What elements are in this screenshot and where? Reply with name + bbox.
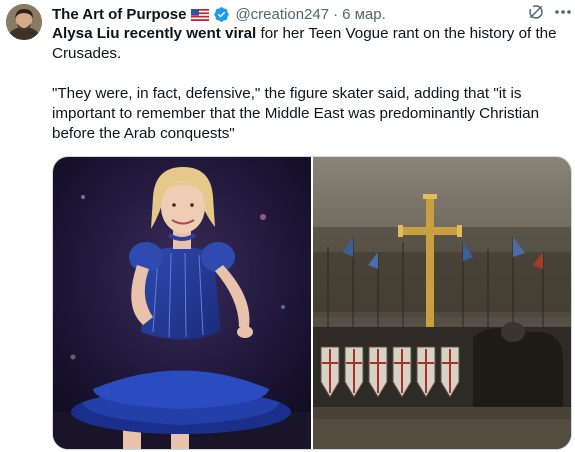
tweet-text-bold: Alysa Liu recently went viral [52,25,257,42]
more-options-icon[interactable] [553,3,573,21]
us-flag-icon [191,8,210,22]
author-handle[interactable]: @creation247 [235,6,329,23]
tweet-text-paragraph-1: Alysa Liu recently went viral for her Te… [52,24,568,64]
header-separator: · [333,5,339,23]
media-grid [52,156,572,450]
media-photo-skater[interactable] [53,157,311,449]
grok-icon[interactable] [527,3,545,21]
author-name[interactable]: The Art of Purpose [52,6,186,23]
media-photo-crusaders[interactable] [313,157,571,449]
tweet-text-quote: "They were, in fact, defensive," the fig… [52,85,540,142]
tweet-text: Alysa Liu recently went viral for her Te… [52,24,568,144]
verified-badge-icon[interactable] [213,6,230,23]
author-avatar[interactable] [6,4,42,40]
timestamp[interactable]: 6 мар. [342,6,386,23]
tweet-header: The Art of Purpose @creation247 · 6 мар. [52,4,561,24]
